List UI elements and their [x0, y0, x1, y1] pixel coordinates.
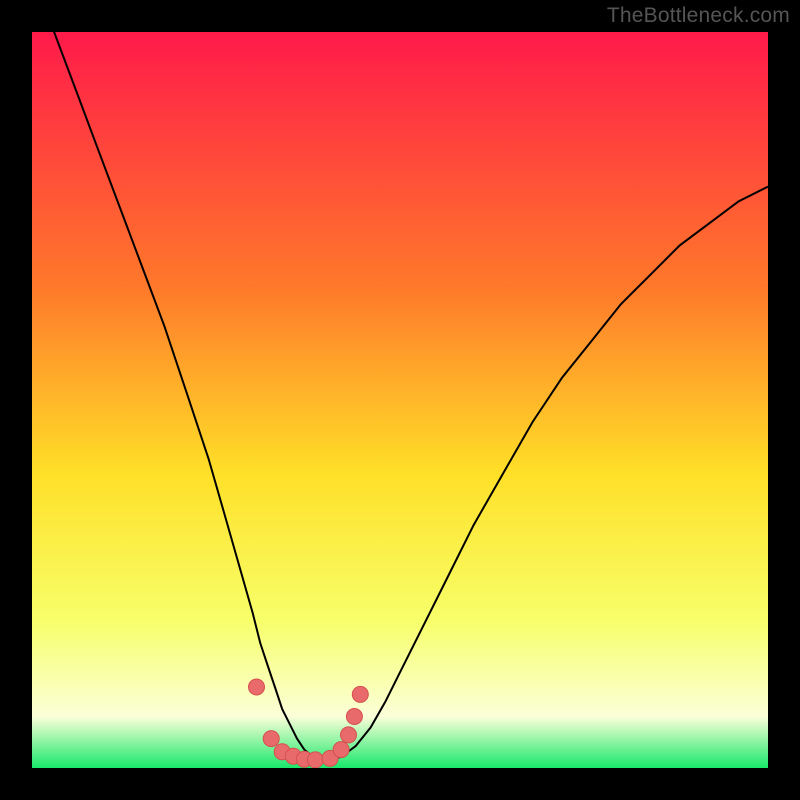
data-marker: [352, 686, 368, 702]
data-marker: [307, 752, 323, 768]
data-marker: [346, 709, 362, 725]
data-marker: [263, 731, 279, 747]
data-marker: [333, 742, 349, 758]
data-marker: [341, 727, 357, 743]
figure-frame: TheBottleneck.com: [0, 0, 800, 800]
data-marker: [249, 679, 265, 695]
gradient-background: [32, 32, 768, 768]
bottleneck-chart: [32, 32, 768, 768]
watermark-text: TheBottleneck.com: [607, 4, 790, 28]
